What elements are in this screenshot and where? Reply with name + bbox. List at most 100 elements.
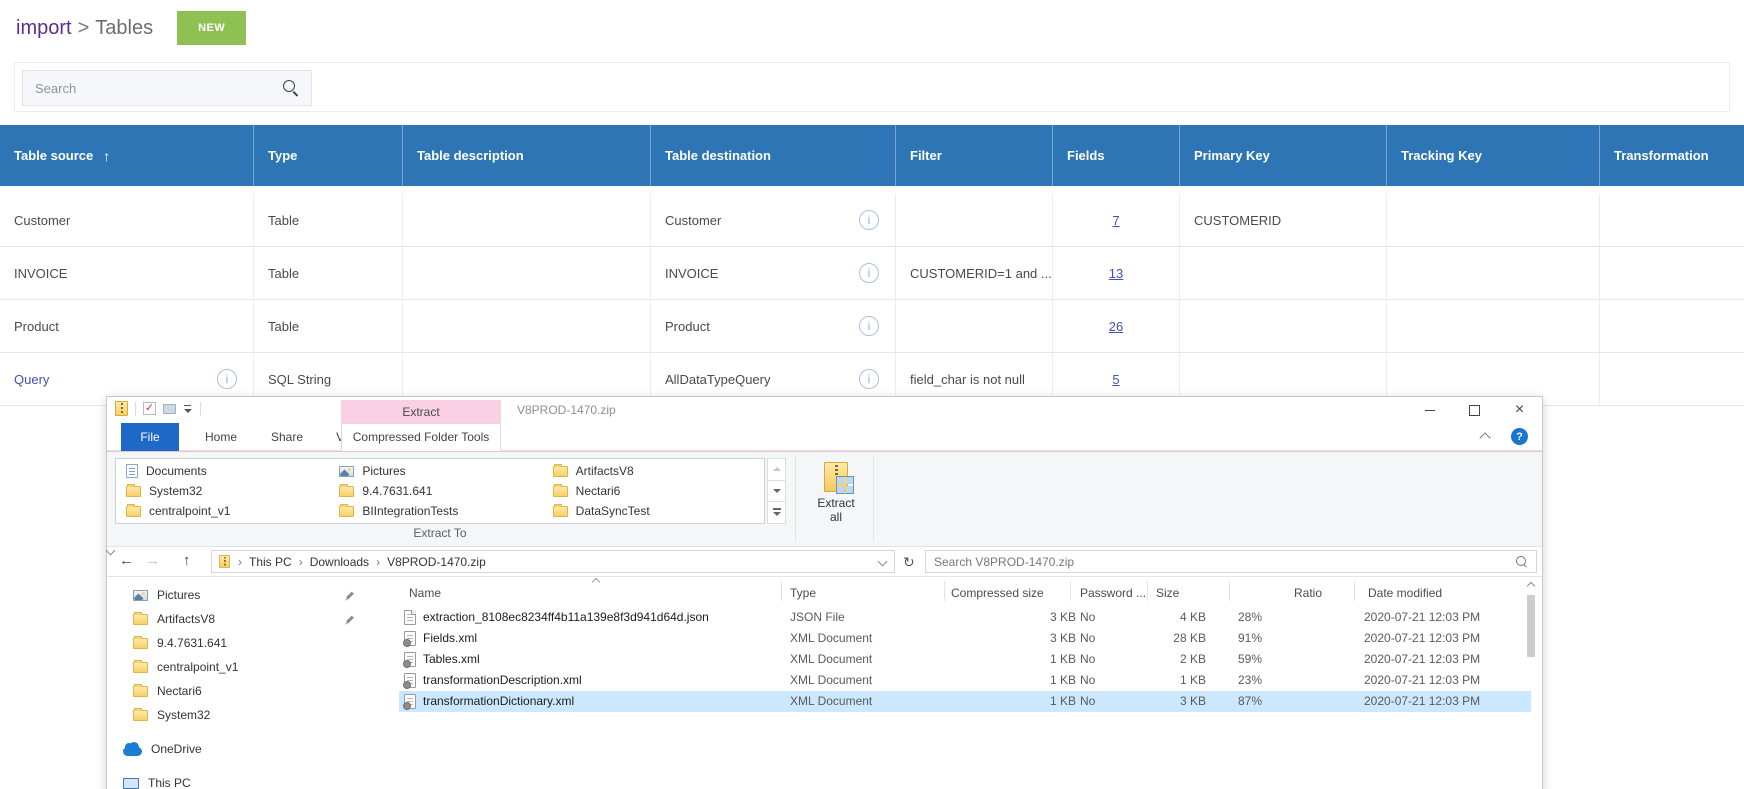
explorer-search-input[interactable]: Search V8PROD-1470.zip — [925, 550, 1537, 573]
info-icon[interactable] — [859, 263, 879, 283]
tab-share[interactable]: Share — [259, 423, 315, 451]
search-icon — [1516, 556, 1528, 568]
sidebar-item-nectari6[interactable]: Nectari6 — [107, 679, 393, 703]
info-icon[interactable] — [859, 316, 879, 336]
refresh-icon[interactable]: ↻ — [903, 554, 915, 571]
address-bar[interactable]: This PC Downloads V8PROD-1470.zip — [211, 550, 895, 573]
sidebar-item-9-4-7631-641[interactable]: 9.4.7631.641 — [107, 631, 393, 655]
table-row[interactable]: INVOICETableINVOICECUSTOMERID=1 and ...1… — [0, 247, 1744, 300]
table-source-text: Product — [14, 319, 59, 334]
table-row[interactable]: ProductTableProduct26 — [0, 300, 1744, 353]
file-row[interactable]: Tables.xmlXML Document1 KBNo2 KB59%2020-… — [399, 649, 1531, 670]
column-header-table-destination[interactable]: Table destination — [651, 125, 896, 186]
tab-file[interactable]: File — [121, 423, 179, 451]
contextual-tab-extract[interactable]: Extract — [341, 400, 501, 423]
file-column-ratio[interactable]: Ratio — [1294, 586, 1322, 600]
extract-all-button[interactable]: Extractall — [807, 458, 865, 542]
info-icon[interactable] — [859, 369, 879, 389]
gallery-folder-item[interactable]: System32 — [120, 481, 333, 501]
gallery-folder-item[interactable]: DataSyncTest — [547, 501, 760, 521]
column-resize-handle[interactable] — [1229, 581, 1230, 601]
file-column-size[interactable]: Size — [1156, 586, 1179, 600]
sidebar-item-system32[interactable]: System32 — [107, 703, 393, 727]
close-button[interactable] — [1497, 397, 1542, 423]
sidebar-item-pictures[interactable]: Pictures — [107, 583, 393, 607]
forward-icon[interactable]: → — [145, 552, 160, 569]
gallery-more-icon[interactable] — [767, 502, 786, 524]
tab-compressed-folder-tools[interactable]: Compressed Folder Tools — [341, 423, 501, 451]
table-source-link[interactable]: Query — [14, 372, 49, 387]
column-resize-handle[interactable] — [1354, 581, 1355, 601]
gallery-folder-item[interactable]: Pictures — [333, 461, 546, 481]
folder-icon[interactable] — [163, 404, 176, 414]
file-column-name[interactable]: Name — [409, 586, 441, 600]
file-column-type[interactable]: Type — [790, 586, 816, 600]
address-segment-this-pc[interactable]: This PC — [249, 555, 292, 569]
fields-count-link[interactable]: 13 — [1109, 266, 1123, 281]
column-header-tracking-key[interactable]: Tracking Key — [1387, 125, 1600, 186]
file-type: XML Document — [790, 631, 872, 645]
new-button[interactable]: NEW — [177, 11, 246, 45]
maximize-button[interactable] — [1452, 397, 1497, 423]
search-icon[interactable] — [283, 80, 299, 96]
zip-file-icon[interactable] — [115, 401, 128, 416]
up-icon[interactable]: ↑ — [183, 552, 191, 569]
sort-caret-icon[interactable] — [591, 577, 601, 585]
search-input[interactable]: Search — [22, 70, 312, 106]
gallery-folder-item[interactable]: BIIntegrationTests — [333, 501, 546, 521]
address-segment-zip[interactable]: V8PROD-1470.zip — [387, 555, 486, 569]
breadcrumb-section[interactable]: import — [16, 17, 72, 40]
file-row[interactable]: Fields.xmlXML Document3 KBNo28 KB91%2020… — [399, 628, 1531, 649]
file-row[interactable]: transformationDescription.xmlXML Documen… — [399, 670, 1531, 691]
column-resize-handle[interactable] — [781, 581, 782, 601]
back-icon[interactable]: ← — [119, 552, 134, 569]
help-icon[interactable]: ? — [1511, 428, 1528, 445]
fields-count-link[interactable]: 26 — [1109, 319, 1123, 334]
file-column-compressed-size[interactable]: Compressed size — [951, 586, 1044, 600]
folder-icon — [133, 710, 148, 721]
collapse-ribbon-icon[interactable] — [1480, 431, 1490, 441]
gallery-folder-item[interactable]: centralpoint_v1 — [120, 501, 333, 521]
gallery-folder-item[interactable]: Nectari6 — [547, 481, 760, 501]
info-icon[interactable] — [217, 369, 237, 389]
sidebar-item-centralpoint-v1[interactable]: centralpoint_v1 — [107, 655, 393, 679]
sidebar-item-artifactsv8[interactable]: ArtifactsV8 — [107, 607, 393, 631]
column-header-filter[interactable]: Filter — [896, 125, 1053, 186]
file-row[interactable]: transformationDictionary.xmlXML Document… — [399, 691, 1531, 712]
gallery-scroll-up-icon[interactable] — [767, 458, 786, 481]
tab-home[interactable]: Home — [195, 423, 247, 451]
gallery-scroll-down-icon[interactable] — [767, 481, 786, 503]
file-compressed-size: 1 KB — [959, 673, 1076, 687]
file-row[interactable]: extraction_8108ec8234ff4b11a139e8f3d941d… — [399, 607, 1531, 628]
file-type: XML Document — [790, 694, 872, 708]
check-icon[interactable] — [143, 402, 156, 415]
column-header-table-description[interactable]: Table description — [403, 125, 651, 186]
column-resize-handle[interactable] — [1147, 581, 1148, 601]
sidebar-item-onedrive[interactable]: OneDrive — [107, 737, 393, 761]
gallery-folder-item[interactable]: ArtifactsV8 — [547, 461, 760, 481]
minimize-button[interactable] — [1407, 397, 1452, 423]
column-header-type[interactable]: Type — [254, 125, 403, 186]
gallery-folder-item[interactable]: 9.4.7631.641 — [333, 481, 546, 501]
column-resize-handle[interactable] — [944, 581, 945, 601]
address-dropdown-icon[interactable] — [878, 557, 888, 567]
folder-icon — [133, 686, 148, 697]
column-header-fields[interactable]: Fields — [1053, 125, 1180, 186]
gallery-folder-item[interactable]: Documents — [120, 461, 333, 481]
address-segment-downloads[interactable]: Downloads — [310, 555, 369, 569]
column-resize-handle[interactable] — [1070, 581, 1071, 601]
explorer-titlebar[interactable]: Extract V8PROD-1470.zip — [107, 397, 1542, 423]
explorer-content: PicturesArtifactsV89.4.7631.641centralpo… — [107, 577, 1542, 789]
info-icon[interactable] — [859, 210, 879, 230]
crumb-separator-icon — [238, 555, 242, 569]
sidebar-item-this-pc[interactable]: This PC — [107, 771, 393, 789]
more-arrow-icon[interactable] — [183, 404, 193, 414]
column-header-table-source[interactable]: Table source ↑ — [0, 125, 254, 186]
fields-count-link[interactable]: 5 — [1112, 372, 1119, 387]
file-column-password[interactable]: Password ... — [1080, 586, 1146, 600]
file-column-date-modified[interactable]: Date modified — [1368, 586, 1442, 600]
fields-count-link[interactable]: 7 — [1112, 213, 1119, 228]
column-header-primary-key[interactable]: Primary Key — [1180, 125, 1387, 186]
table-row[interactable]: CustomerTableCustomer7CUSTOMERID — [0, 194, 1744, 247]
column-header-transformation[interactable]: Transformation — [1600, 125, 1744, 186]
